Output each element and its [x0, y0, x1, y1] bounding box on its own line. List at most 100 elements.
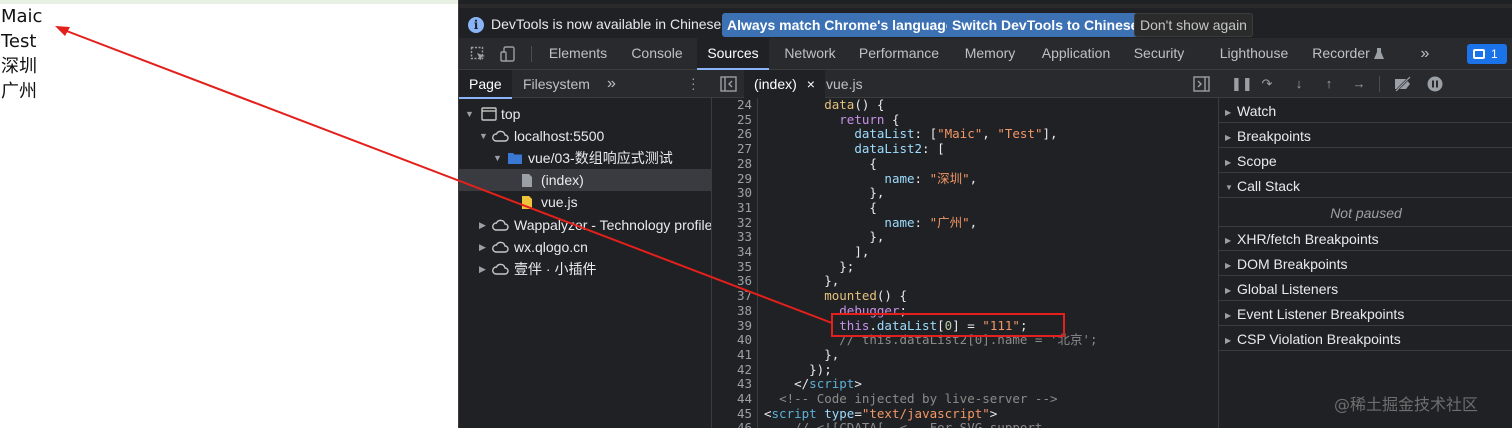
pause-icon[interactable]: ❚❚: [1231, 76, 1253, 92]
inspect-element-icon[interactable]: [470, 46, 486, 62]
flask-icon: [1374, 48, 1384, 59]
editor-tab-index[interactable]: (index) ×: [744, 70, 825, 98]
tree-label: vue/03-数组响应式测试: [528, 150, 673, 166]
annotation-highlight-box: [831, 313, 1065, 337]
expand-arrow-icon: ▶: [1225, 236, 1232, 245]
tab-application[interactable]: Application: [1037, 38, 1115, 69]
section-watch[interactable]: ▶ Watch: [1219, 99, 1512, 123]
code-line: 34 ],: [736, 244, 870, 259]
expand-arrow-icon: ▶: [1225, 158, 1232, 167]
code-line: 33 },: [736, 229, 885, 245]
navigator-tabs: Page Filesystem » · · ·: [459, 70, 712, 99]
tree-item-index[interactable]: (index): [459, 169, 711, 191]
collapse-arrow-icon: ▶: [479, 264, 486, 274]
device-toolbar-icon[interactable]: [500, 46, 516, 62]
tree-item-folder[interactable]: ▼ vue/03-数组响应式测试: [459, 147, 711, 169]
tree-item-plugin[interactable]: ▶ 壹伴 · 小插件: [459, 258, 711, 280]
infobar-message: DevTools is now available in Chinese!: [491, 16, 726, 32]
cloud-icon: [492, 130, 509, 142]
section-call-stack[interactable]: ▼ Call Stack: [1219, 174, 1512, 198]
tab-sources[interactable]: Sources: [697, 38, 769, 70]
code-line: 30 },: [736, 185, 885, 201]
step-out-icon[interactable]: ↑: [1321, 76, 1337, 92]
close-tab-icon[interactable]: ×: [807, 76, 815, 92]
file-icon: [522, 174, 532, 187]
code-line: 41 },: [736, 346, 840, 362]
code-line: 27 dataList2: [: [736, 141, 945, 157]
step-into-icon[interactable]: ↓: [1291, 76, 1307, 92]
tree-item-vuejs[interactable]: vue.js: [459, 191, 711, 213]
js-file-icon: [522, 196, 532, 209]
tab-memory[interactable]: Memory: [957, 38, 1023, 69]
sources-navigator: Page Filesystem » · · · ▼ top ▼ localhost:…: [459, 70, 712, 428]
section-scope[interactable]: ▶ Scope: [1219, 149, 1512, 173]
tab-page[interactable]: Page: [459, 70, 512, 99]
tab-security[interactable]: Security: [1129, 38, 1189, 69]
devtools-panel: i DevTools is now available in Chinese! …: [458, 0, 1512, 428]
issues-badge[interactable]: 1: [1467, 44, 1507, 64]
page-viewport: Maic Test 深圳 广州: [0, 0, 458, 428]
code-area[interactable]: 24 data() { 25 return { 26 dataList: ["M…: [712, 98, 1219, 428]
code-line: 24 data() {: [736, 98, 885, 112]
section-xhr-breakpoints[interactable]: ▶ XHR/fetch Breakpoints: [1219, 227, 1512, 251]
tree-label: top: [501, 106, 521, 122]
collapse-arrow-icon: ▶: [479, 220, 486, 230]
tree-item-wappalyzer[interactable]: ▶ Wappalyzer - Technology profiler: [459, 214, 711, 236]
editor-tab-vuejs[interactable]: vue.js: [816, 70, 873, 98]
section-dom-breakpoints[interactable]: ▶ DOM Breakpoints: [1219, 252, 1512, 276]
tab-lighthouse[interactable]: Lighthouse: [1215, 38, 1293, 69]
expand-arrow-icon: ▶: [1225, 311, 1232, 320]
toggle-navigator-icon[interactable]: [720, 76, 737, 92]
language-infobar: i DevTools is now available in Chinese! …: [459, 4, 1512, 38]
tree-item-qlogo[interactable]: ▶ wx.qlogo.cn: [459, 236, 711, 258]
code-line: 26 dataList: ["Maic", "Test"],: [736, 126, 1058, 142]
kebab-menu-icon[interactable]: · · ·: [691, 71, 696, 95]
tree-label: (index): [541, 172, 584, 188]
section-breakpoints[interactable]: ▶ Breakpoints: [1219, 124, 1512, 148]
code-line: 25 return {: [736, 111, 900, 127]
expand-arrow-icon: ▶: [1225, 336, 1232, 345]
always-match-language-button[interactable]: Always match Chrome's language: [722, 13, 959, 37]
navigator-more-button[interactable]: »: [597, 70, 626, 98]
expand-arrow-icon: ▼: [465, 109, 474, 119]
tree-item-top[interactable]: ▼ top: [459, 103, 711, 125]
expand-arrow-icon: ▼: [479, 131, 488, 141]
code-line: 35 };: [736, 258, 855, 274]
debugger-sidebar: ❚❚ ↷ ↓ ↑ → ▶ Watch ▶ Breakpoints ▶ Scope ▼ C…: [1219, 70, 1512, 428]
tab-network[interactable]: Network: [777, 38, 843, 69]
section-global-listeners[interactable]: ▶ Global Listeners: [1219, 277, 1512, 301]
step-over-icon[interactable]: ↷: [1259, 76, 1275, 92]
deactivate-breakpoints-icon[interactable]: [1393, 76, 1413, 92]
issues-count: 1: [1491, 47, 1498, 61]
code-line: 44 <!-- Code injected by live-server -->: [736, 391, 1058, 406]
tab-recorder[interactable]: Recorder: [1311, 38, 1371, 69]
toggle-debugger-icon[interactable]: [1193, 76, 1210, 92]
section-csp-breakpoints[interactable]: ▶ CSP Violation Breakpoints: [1219, 327, 1512, 351]
tab-console[interactable]: Console: [622, 38, 692, 69]
step-icon[interactable]: →: [1351, 76, 1367, 92]
code-line: 31 {: [736, 199, 877, 215]
tree-item-localhost[interactable]: ▼ localhost:5500: [459, 125, 711, 147]
tab-elements[interactable]: Elements: [542, 38, 614, 69]
dont-show-again-button[interactable]: Don't show again: [1134, 13, 1253, 37]
code-line: 29 name: "深圳",: [736, 170, 978, 186]
pause-on-exceptions-icon[interactable]: [1427, 76, 1443, 92]
expand-arrow-icon: ▶: [1225, 261, 1232, 270]
editor-tabs: (index) × vue.js: [712, 70, 1219, 98]
section-event-listener-breakpoints[interactable]: ▶ Event Listener Breakpoints: [1219, 302, 1512, 326]
switch-to-chinese-button[interactable]: Switch DevTools to Chinese: [947, 13, 1144, 37]
expand-arrow-icon: ▶: [1225, 133, 1232, 142]
page-text-line: Maic: [1, 6, 43, 27]
tab-performance[interactable]: Performance: [855, 38, 943, 69]
code-line: 28 {: [736, 155, 877, 171]
debugger-toolbar: ❚❚ ↷ ↓ ↑ →: [1219, 70, 1512, 98]
tree-label: localhost:5500: [514, 128, 605, 144]
tab-filesystem[interactable]: Filesystem: [513, 70, 600, 98]
expand-arrow-icon: ▼: [493, 153, 502, 163]
toolbar-divider: [531, 46, 532, 62]
issues-icon: [1473, 49, 1485, 59]
expand-arrow-icon: ▶: [1225, 108, 1232, 117]
folder-icon: [508, 153, 522, 164]
expand-arrow-icon: ▶: [1225, 286, 1232, 295]
more-tabs-button[interactable]: »: [1415, 38, 1435, 69]
